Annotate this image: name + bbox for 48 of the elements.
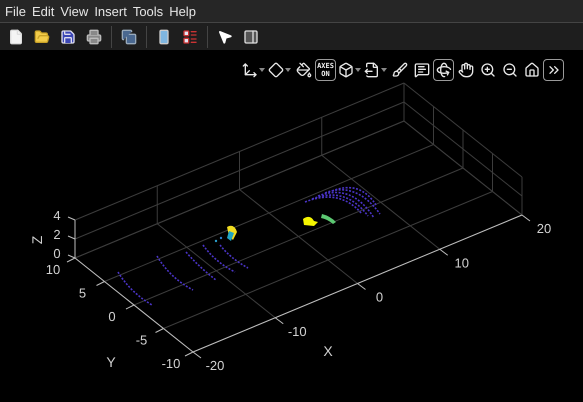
caret-icon [259,68,265,72]
rotate-3d-icon [436,62,452,78]
axes-tool-button[interactable] [543,59,564,81]
tick-label: 0 [108,309,116,324]
tick-label: 10 [46,262,60,277]
tick-label: 10 [454,255,469,270]
data-tip-icon [268,62,284,78]
tick-label: -10 [162,356,180,371]
menu-item[interactable]: Help [166,4,199,18]
menu-item[interactable]: Edit [28,4,58,18]
zoom-out-icon [502,62,518,78]
tick-label: -5 [136,332,148,348]
cube-view-icon [338,62,354,78]
folder-icon [34,28,50,44]
legend-icon [182,28,198,44]
property-inspector-icon [243,28,259,44]
axes-tool-button[interactable] [433,59,454,81]
pan-icon [458,62,474,78]
menu-item[interactable]: Insert [91,4,130,18]
caret-icon [285,68,291,72]
new-file-icon [8,28,24,44]
brush-icon [392,62,408,78]
tick-label: -10 [288,324,307,339]
axis-label: Z [29,236,45,244]
menu-item[interactable]: File [2,4,29,18]
home-icon [524,62,540,78]
tick-label: 4 [53,208,61,223]
tick-label: 0 [376,290,384,304]
axis-label: X [323,343,333,359]
menu-item[interactable]: View [57,4,92,18]
menu-item[interactable]: Tools [130,4,166,18]
pointer-icon [217,28,233,44]
zoom-in-icon [480,62,496,78]
axes-icon [242,62,258,78]
axis-label: Y [106,354,116,370]
tick-label: 0 [53,246,61,261]
paint-bucket-icon [296,62,312,78]
tick-label: 5 [78,286,86,300]
save-icon [60,28,76,44]
tick-label: -20 [206,358,224,373]
note-icon [414,62,430,78]
caret-icon [381,68,387,72]
copy-icon [121,28,137,44]
caret-icon [355,68,361,72]
tick-label: 2 [53,227,61,242]
tick-label: 20 [536,221,552,236]
export-icon [364,62,380,78]
print-icon [86,28,102,44]
